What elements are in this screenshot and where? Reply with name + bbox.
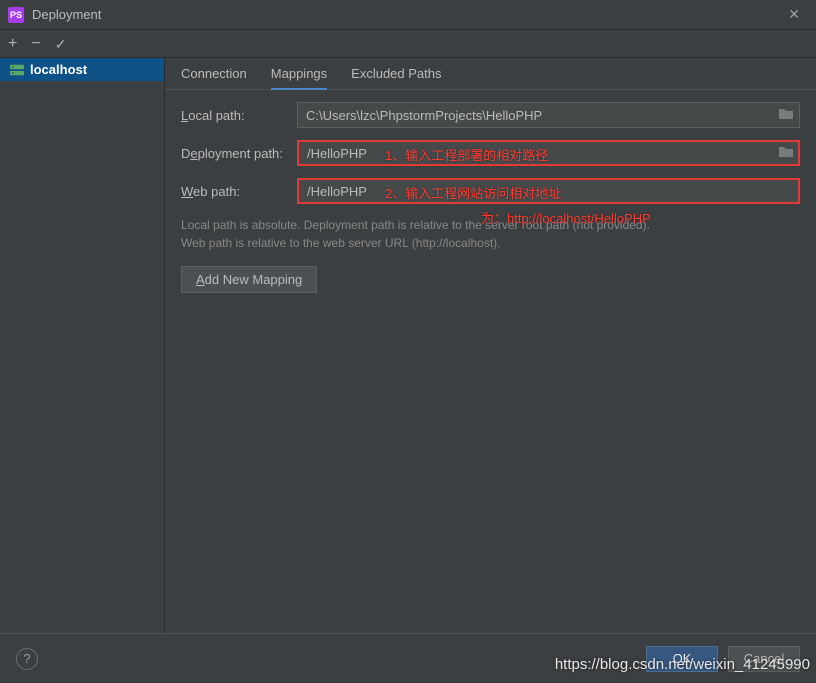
deployment-path-input-wrap: 1、输入工程部署的相对路径 (297, 140, 800, 166)
deployment-path-label: Deployment path: (181, 146, 287, 161)
toolbar: + − ✓ (0, 30, 816, 58)
tab-excluded-paths[interactable]: Excluded Paths (351, 59, 441, 88)
row-local-path: Local path: (181, 102, 800, 128)
tab-mappings[interactable]: Mappings (271, 59, 327, 90)
add-new-mapping-button[interactable]: Add New Mapping (181, 266, 317, 293)
sidebar: localhost (0, 58, 165, 633)
deployment-path-input[interactable] (297, 140, 800, 166)
web-path-input-wrap: 2、输入工程网站访问相对地址 (297, 178, 800, 204)
add-icon[interactable]: + (8, 36, 17, 52)
cancel-button[interactable]: Cancel (728, 646, 800, 672)
help-icon[interactable]: ? (16, 648, 38, 670)
server-icon (10, 64, 24, 76)
ok-button[interactable]: OK (646, 646, 718, 672)
remove-icon[interactable]: − (31, 36, 40, 52)
local-path-input[interactable] (297, 102, 800, 128)
content-panel: Connection Mappings Excluded Paths Local… (165, 58, 816, 633)
row-deployment-path: Deployment path: 1、输入工程部署的相对路径 (181, 140, 800, 166)
mappings-form: Local path: Deployment path: 1、输入工程部署的相对… (165, 90, 816, 293)
server-name: localhost (30, 62, 87, 77)
tab-connection[interactable]: Connection (181, 59, 247, 88)
help-text: Local path is absolute. Deployment path … (181, 216, 800, 252)
help-line-1: Local path is absolute. Deployment path … (181, 216, 800, 234)
folder-icon[interactable] (778, 107, 794, 121)
web-path-input[interactable] (297, 178, 800, 204)
row-web-path: Web path: 2、输入工程网站访问相对地址 (181, 178, 800, 204)
local-path-label: Local path: (181, 108, 287, 123)
web-path-label: Web path: (181, 184, 287, 199)
tabs: Connection Mappings Excluded Paths (165, 58, 816, 90)
titlebar: PS Deployment ✕ (0, 0, 816, 30)
app-icon: PS (8, 7, 24, 23)
server-item-localhost[interactable]: localhost (0, 58, 164, 81)
window-title: Deployment (32, 7, 780, 22)
main-area: localhost Connection Mappings Excluded P… (0, 58, 816, 633)
help-line-2: Web path is relative to the web server U… (181, 234, 800, 252)
local-path-input-wrap (297, 102, 800, 128)
check-icon[interactable]: ✓ (55, 37, 67, 51)
folder-icon[interactable] (778, 145, 794, 159)
footer: ? OK Cancel (0, 633, 816, 683)
close-icon[interactable]: ✕ (780, 6, 808, 23)
